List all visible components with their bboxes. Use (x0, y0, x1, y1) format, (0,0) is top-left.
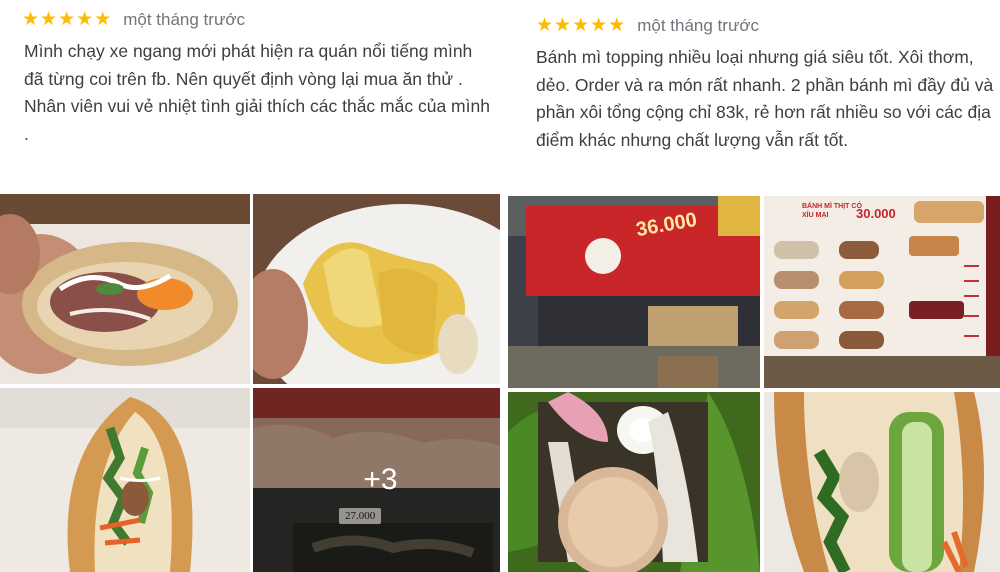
menu-price: 30.000 (856, 206, 896, 221)
star-icon: ★ (94, 9, 112, 30)
review-header: ★ ★ ★ ★ ★ một tháng trước (22, 10, 245, 30)
review-text: Bánh mì topping nhiều loại nhưng giá siê… (536, 44, 998, 154)
xoi-egg-image (508, 392, 760, 572)
review-header: ★ ★ ★ ★ ★ một tháng trước (536, 16, 759, 36)
more-photos-tile[interactable]: 27.000 +3 (253, 388, 500, 572)
xoi-image (253, 194, 500, 384)
xoi-sticky-rice-photo[interactable] (253, 194, 500, 384)
storefront-image (508, 196, 760, 388)
banh-mi-bitten-photo[interactable] (0, 194, 250, 384)
star-icon: ★ (76, 9, 94, 30)
menu-board-image (764, 196, 1000, 388)
star-icon: ★ (572, 15, 590, 36)
more-photos-count: +3 (363, 463, 398, 496)
review-time: một tháng trước (123, 10, 245, 29)
review-paragraph: Mình chạy xe ngang mới phát hiện ra quán… (24, 41, 473, 89)
review-paragraph: Bánh mì topping nhiều loại nhưng giá siê… (536, 47, 994, 150)
review-card: ★ ★ ★ ★ ★ một tháng trước Mình chạy xe n… (0, 0, 500, 572)
star-rating: ★ ★ ★ ★ ★ (22, 10, 111, 30)
review-card: ★ ★ ★ ★ ★ một tháng trước Bánh mì toppin… (508, 0, 1000, 572)
star-icon: ★ (536, 15, 554, 36)
banh-mi-cucumber-photo[interactable] (764, 392, 1000, 572)
review-paragraph: Nhân viên vui vẻ nhiệt tình giải thích c… (24, 96, 490, 144)
star-icon: ★ (608, 15, 626, 36)
review-text: Mình chạy xe ngang mới phát hiện ra quán… (24, 38, 494, 148)
star-icon: ★ (40, 9, 58, 30)
banh-mi-bitten-image (0, 194, 250, 384)
banh-mi-herbs-image (0, 388, 250, 572)
review-time: một tháng trước (637, 16, 759, 35)
banh-mi-cucumber-image (764, 392, 1000, 572)
star-icon: ★ (554, 15, 572, 36)
banh-mi-herbs-photo[interactable] (0, 388, 250, 572)
star-icon: ★ (58, 9, 76, 30)
star-rating: ★ ★ ★ ★ ★ (536, 16, 625, 36)
menu-board-photo[interactable]: BÁNH MÌ THỊT CÓ XÍU MẠI 30.000 (764, 196, 1000, 388)
storefront-photo[interactable]: 36.000 (508, 196, 760, 388)
star-icon: ★ (22, 9, 40, 30)
xoi-egg-photo[interactable] (508, 392, 760, 572)
star-icon: ★ (590, 15, 608, 36)
more-photos-overlay[interactable]: +3 (253, 388, 500, 572)
